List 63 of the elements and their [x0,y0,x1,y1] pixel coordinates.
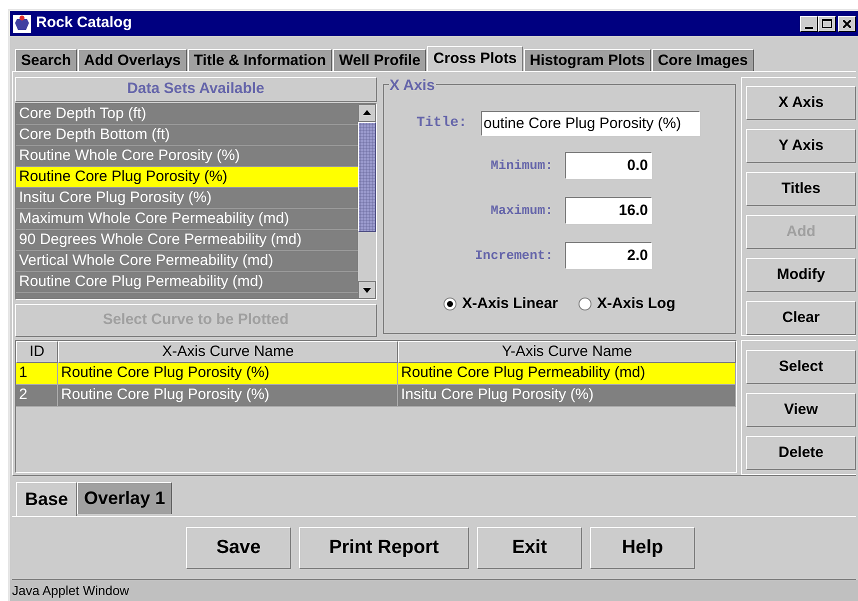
list-item[interactable]: Routine Core Plug Permeability (md) [16,272,358,293]
axis-button[interactable]: X Axis [746,86,856,120]
column-header: ID [16,341,58,363]
list-item[interactable]: Core Depth Bottom (ft) [16,124,358,146]
action-button[interactable]: Exit [477,527,582,569]
radio-label[interactable]: X-Axis Linear [462,293,558,316]
field-label: Increment: [474,246,553,265]
number-field[interactable]: 0.0 [565,152,652,179]
list-item[interactable]: Vertical Whole Core Permeability (md) [16,250,358,272]
table-row[interactable]: 2 Routine Core Plug Porosity (%) Insitu Core Plug Porosity (%) [16,385,736,407]
table-cell: Insitu Core Plug Porosity (%) [398,385,736,407]
minimize-icon [805,26,813,28]
list-item[interactable]: 90 Degrees Whole Core Permeability (md) [16,230,358,251]
list-item[interactable]: Maximum Whole Core Permeability (md) [16,208,358,230]
table-button[interactable]: View [746,393,856,427]
close-button[interactable] [838,16,856,32]
scroll-down-icon[interactable] [358,281,376,300]
app-icon [12,14,32,34]
tab[interactable]: Base [16,482,78,516]
axis-button[interactable]: Clear [746,301,856,335]
scrollbar[interactable] [358,104,376,300]
field-label: Minimum: [490,156,553,175]
field-label: Maximum: [490,202,553,220]
minimize-button[interactable] [800,16,818,32]
action-button[interactable]: Save [186,527,291,569]
radio-button[interactable] [443,297,458,312]
axis-button[interactable]: Modify [746,258,856,292]
tab[interactable]: Histogram Plots [524,49,651,71]
action-button[interactable]: Help [590,527,695,569]
tab[interactable]: Overlay 1 [77,482,172,514]
scroll-up-icon[interactable] [358,104,376,122]
table-row[interactable]: 1 Routine Core Plug Porosity (%) Routine Core Plug Permeability (md) [16,363,736,385]
field-label: Title: [416,114,468,133]
tab[interactable]: Well Profile [333,49,426,71]
tab[interactable]: Add Overlays [78,49,187,71]
table-cell: Routine Core Plug Porosity (%) [58,385,398,407]
action-button[interactable]: Print Report [299,527,469,569]
maximize-icon [822,19,832,28]
list-header: Data Sets Available [15,77,376,102]
number-field[interactable]: 2.0 [565,242,652,269]
axis-button[interactable]: Titles [746,172,856,206]
tab[interactable]: Title & Information [188,49,332,71]
radio-button[interactable] [578,297,592,312]
list-item[interactable]: Routine Core Plug Porosity (%) [16,166,358,188]
table-button[interactable]: Delete [746,436,856,470]
tab[interactable]: Search [15,49,78,71]
maximize-button[interactable] [818,16,836,32]
scroll-thumb[interactable] [358,122,376,232]
title-field[interactable]: outine Core Plug Porosity (%) [480,111,700,136]
number-field[interactable]: 16.0 [565,197,652,224]
tab[interactable]: Core Images [652,49,754,71]
column-header: Y-Axis Curve Name [398,341,736,363]
window-title: Rock Catalog [36,13,132,34]
tab[interactable]: Cross Plots [427,46,523,71]
table-cell: 2 [16,385,58,407]
column-header: X-Axis Curve Name [58,341,398,363]
axis-button[interactable]: Y Axis [746,129,856,163]
list-item[interactable]: Core Depth Top (ft) [16,104,358,125]
close-icon [843,20,851,28]
status-bar: Java Applet Window [10,580,858,601]
radio-label[interactable]: X-Axis Log [597,293,676,316]
list-item[interactable]: Insitu Core Plug Porosity (%) [16,188,358,209]
table-button[interactable]: Select [746,350,856,384]
